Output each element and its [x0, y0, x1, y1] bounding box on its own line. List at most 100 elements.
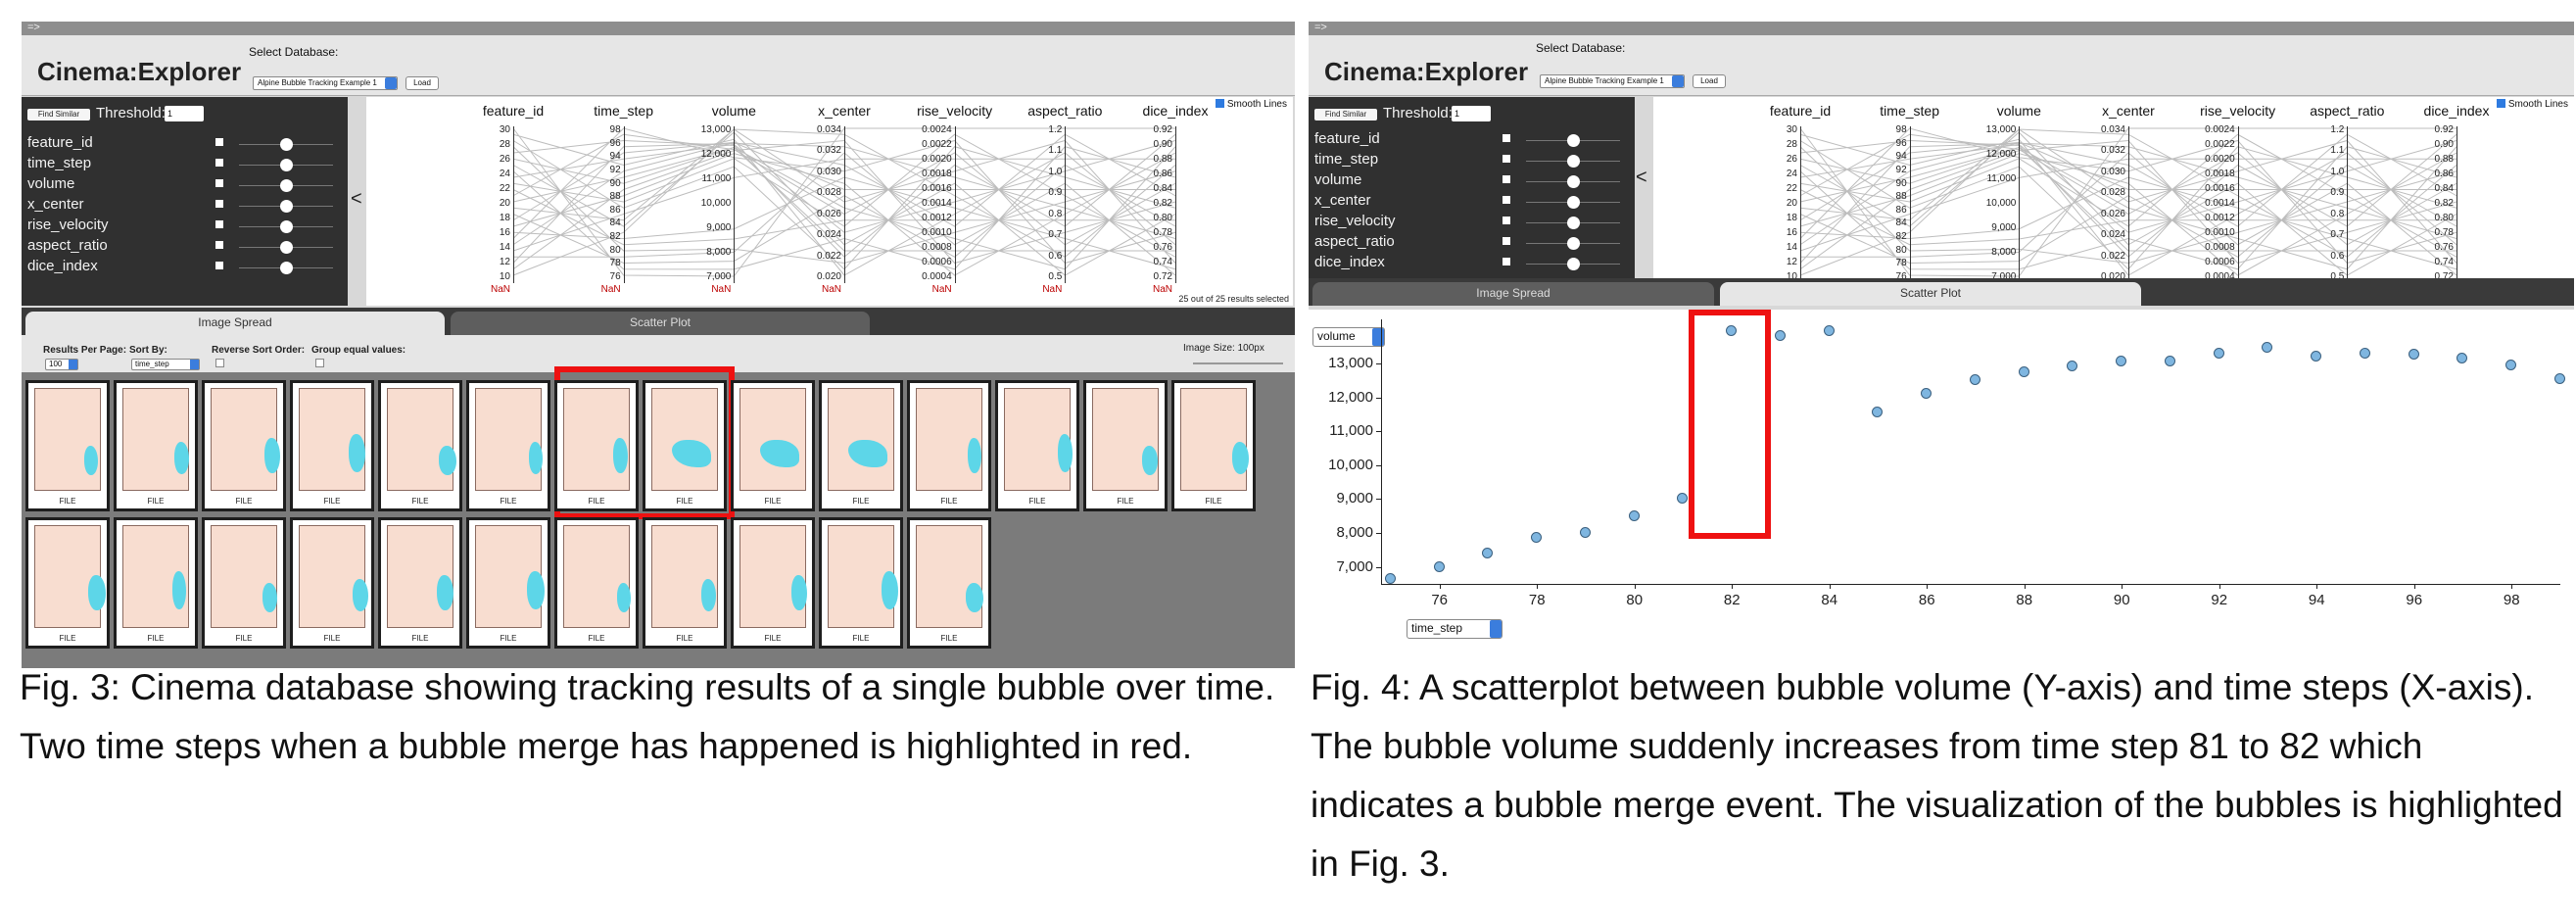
find-similar-button[interactable]: Find Similar [1314, 109, 1377, 121]
collapse-arrow-icon[interactable]: < [351, 188, 362, 211]
dimension-slider-knob[interactable] [280, 179, 293, 192]
axis-line[interactable] [1065, 126, 1067, 283]
image-tile[interactable]: FILE [25, 380, 110, 511]
data-point[interactable] [1433, 560, 1445, 572]
data-point[interactable] [1872, 407, 1884, 418]
dimension-slider-knob[interactable] [280, 262, 293, 274]
data-point[interactable] [1823, 325, 1835, 337]
dimension-checkbox[interactable] [215, 179, 223, 187]
data-point[interactable] [2408, 349, 2419, 361]
data-point[interactable] [1969, 374, 1980, 386]
data-point[interactable] [1579, 527, 1591, 539]
data-point[interactable] [2311, 351, 2322, 362]
database-select[interactable]: Alpine Bubble Tracking Example 1 [1540, 74, 1685, 88]
find-similar-button[interactable]: Find Similar [27, 109, 90, 121]
dimension-checkbox[interactable] [1503, 196, 1510, 204]
dimension-checkbox[interactable] [1503, 175, 1510, 183]
dimension-checkbox[interactable] [215, 200, 223, 208]
data-point[interactable] [1384, 572, 1396, 584]
axis-line[interactable] [1800, 126, 1801, 283]
image-tile[interactable]: FILE [731, 380, 815, 511]
image-tile[interactable]: FILE [907, 380, 991, 511]
dimension-slider-knob[interactable] [280, 138, 293, 151]
image-tile[interactable]: FILE [378, 517, 462, 649]
sort-by-select[interactable]: time_step [131, 359, 200, 370]
dimension-checkbox[interactable] [215, 241, 223, 249]
parallel-coordinates[interactable]: feature_id3028262422201816141210NaNtime_… [366, 97, 1293, 306]
data-point[interactable] [1628, 509, 1640, 521]
tab-scatter-plot[interactable]: Scatter Plot [1720, 282, 2141, 306]
dimension-checkbox[interactable] [1503, 217, 1510, 224]
image-tile[interactable]: FILE [995, 380, 1079, 511]
image-tile[interactable]: FILE [1171, 380, 1256, 511]
data-point[interactable] [1531, 532, 1543, 544]
dimension-checkbox[interactable] [1503, 237, 1510, 245]
image-size-slider[interactable] [1193, 362, 1283, 364]
reverse-sort-checkbox[interactable] [215, 359, 224, 367]
data-point[interactable] [2213, 347, 2224, 359]
image-tile[interactable]: FILE [819, 517, 903, 649]
results-per-page-select[interactable]: 100 [45, 359, 78, 370]
dimension-slider-knob[interactable] [280, 241, 293, 254]
data-point[interactable] [2554, 372, 2565, 384]
image-tile[interactable]: FILE [466, 517, 550, 649]
dimension-slider-knob[interactable] [1567, 175, 1580, 188]
data-point[interactable] [2359, 347, 2370, 359]
dimension-slider-knob[interactable] [1567, 134, 1580, 147]
data-point[interactable] [2116, 356, 2127, 367]
data-point[interactable] [1921, 388, 1932, 400]
data-point[interactable] [1774, 330, 1786, 342]
tab-image-spread[interactable]: Image Spread [25, 312, 445, 335]
tab-image-spread[interactable]: Image Spread [1312, 282, 1714, 306]
axis-line[interactable] [2128, 126, 2129, 283]
dimension-checkbox[interactable] [215, 220, 223, 228]
smooth-lines-checkbox[interactable]: Smooth Lines [1215, 99, 1287, 110]
y-axis-select[interactable]: volume [1312, 327, 1385, 347]
axis-line[interactable] [844, 126, 845, 283]
image-tile[interactable]: FILE [290, 380, 374, 511]
axis-line[interactable] [954, 126, 956, 283]
x-axis-select[interactable]: time_step [1407, 619, 1503, 639]
image-tile[interactable]: FILE [554, 380, 639, 511]
dimension-slider-knob[interactable] [1567, 237, 1580, 250]
data-point[interactable] [2067, 361, 2078, 372]
image-tile[interactable]: FILE [114, 517, 198, 649]
dimension-checkbox[interactable] [215, 138, 223, 146]
scatter-plot[interactable]: volume time_step 7,000 8,000 9,000 10,000 11… [1309, 310, 2574, 645]
dimension-checkbox[interactable] [215, 262, 223, 269]
dimension-slider-knob[interactable] [280, 159, 293, 171]
image-tile[interactable]: FILE [643, 517, 727, 649]
data-point[interactable] [2164, 356, 2175, 367]
image-tile[interactable]: FILE [907, 517, 991, 649]
axis-line[interactable] [734, 126, 736, 283]
image-tile[interactable]: FILE [466, 380, 550, 511]
parallel-coordinates[interactable]: feature_id3028262422201816141210NaNtime_… [1653, 97, 2574, 303]
data-point[interactable] [2262, 342, 2273, 354]
data-point[interactable] [1482, 547, 1494, 558]
smooth-lines-checkbox[interactable]: Smooth Lines [2496, 99, 2568, 110]
image-tile[interactable]: FILE [643, 380, 727, 511]
axis-line[interactable] [2019, 126, 2021, 283]
collapse-arrow-icon[interactable]: < [1636, 167, 1647, 189]
load-button[interactable]: Load [405, 76, 439, 90]
dimension-slider-knob[interactable] [1567, 217, 1580, 229]
image-tile[interactable]: FILE [731, 517, 815, 649]
dimension-slider-knob[interactable] [280, 200, 293, 213]
data-point[interactable] [1677, 493, 1689, 505]
axis-line[interactable] [2347, 126, 2349, 283]
axis-line[interactable] [1175, 126, 1176, 283]
image-tile[interactable]: FILE [25, 517, 110, 649]
image-tile[interactable]: FILE [202, 380, 286, 511]
axis-line[interactable] [623, 126, 625, 283]
axis-line[interactable] [513, 126, 514, 283]
threshold-input[interactable]: 1 [165, 106, 204, 121]
dimension-slider-knob[interactable] [1567, 196, 1580, 209]
image-tile[interactable]: FILE [554, 517, 639, 649]
dimension-slider-knob[interactable] [280, 220, 293, 233]
image-tile[interactable]: FILE [202, 517, 286, 649]
image-tile[interactable]: FILE [819, 380, 903, 511]
data-point[interactable] [2018, 365, 2029, 377]
database-select[interactable]: Alpine Bubble Tracking Example 1 [253, 76, 398, 90]
dimension-checkbox[interactable] [1503, 155, 1510, 163]
group-equal-checkbox[interactable] [315, 359, 324, 367]
